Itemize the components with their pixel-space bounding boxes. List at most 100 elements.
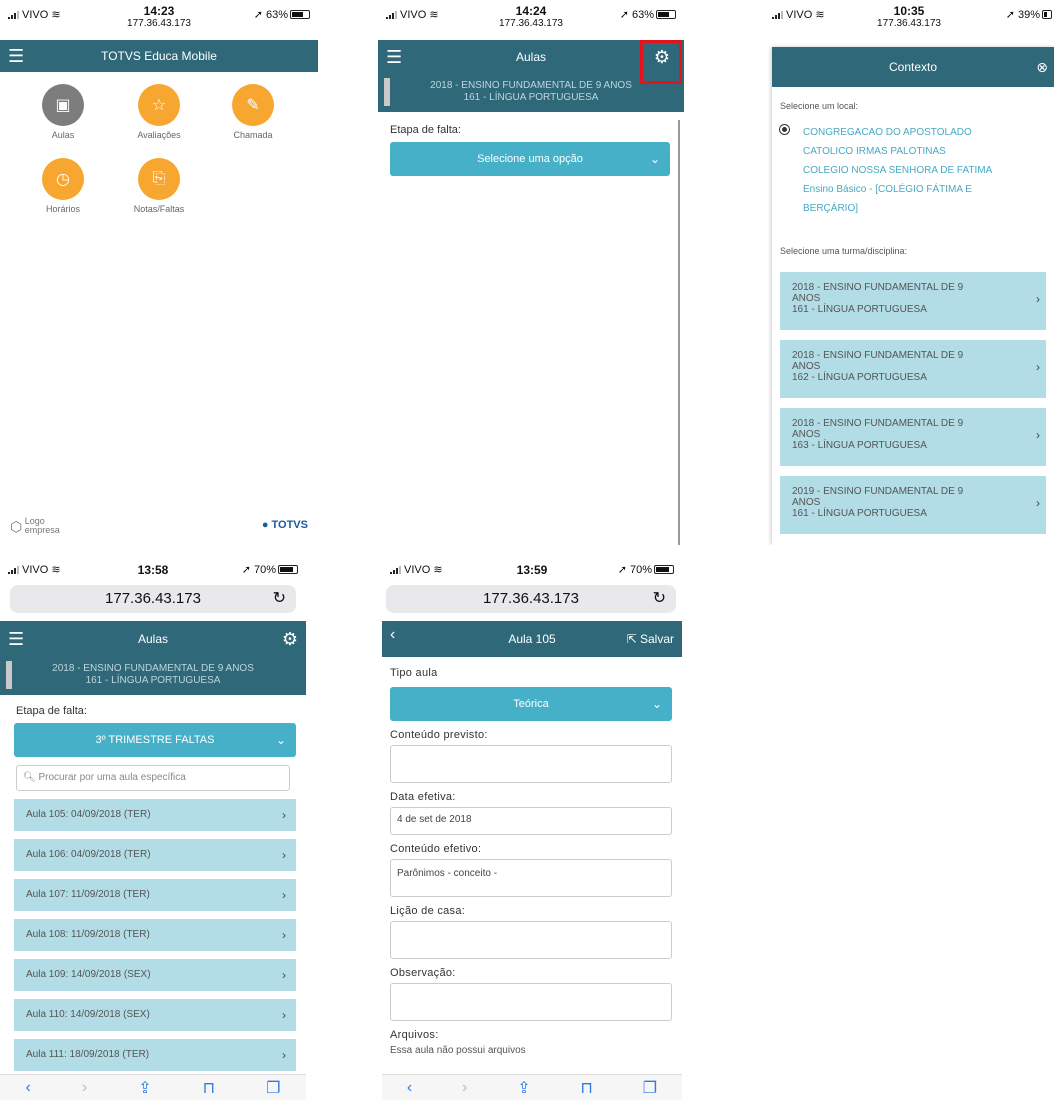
turma-item[interactable]: 2019 - ENSINO FUNDAMENTAL DE 9 ANOS 161 … — [780, 476, 1046, 534]
tabs-icon[interactable]: ❐ — [266, 1078, 280, 1098]
tile-horarios[interactable]: ◷ Horários — [28, 158, 98, 214]
menu-icon[interactable]: ☰ — [386, 40, 402, 74]
modal-header: Contexto ⊗ — [772, 47, 1054, 87]
turma-item[interactable]: 2018 - ENSINO FUNDAMENTAL DE 9 ANOS 163 … — [780, 408, 1046, 466]
turma-item[interactable]: 2018 - ENSINO FUNDAMENTAL DE 9 ANOS 162 … — [780, 340, 1046, 398]
battery-icon — [278, 565, 298, 574]
observacao-field[interactable] — [390, 983, 672, 1021]
banner-course: 2018 - ENSINO FUNDAMENTAL DE 9 ANOS — [52, 663, 254, 674]
gear-icon[interactable]: ⚙ — [282, 621, 298, 657]
close-icon[interactable]: ⊗ — [1036, 47, 1048, 87]
chevron-right-icon: › — [282, 808, 286, 822]
conteudo-efetivo-field[interactable]: Parônimos - conceito - — [390, 859, 672, 897]
data-efetiva-label: Data efetiva: — [390, 791, 456, 803]
back-icon[interactable]: ‹ — [407, 1079, 412, 1097]
etapa-select[interactable]: 3º TRIMESTRE FALTAS ⌄ — [14, 723, 296, 757]
status-bar: VIVO ≋ 14:23 177.36.43.173 ➚ 63% — [0, 0, 318, 40]
chevron-right-icon: › — [1036, 360, 1040, 374]
banner-subject: 161 - LÍNGUA PORTUGUESA — [463, 92, 599, 103]
app-title: TOTVS Educa Mobile — [101, 49, 217, 63]
context-modal: Contexto ⊗ Selecione um local: CONGREGAC… — [772, 47, 1054, 545]
conteudo-previsto-label: Conteúdo previsto: — [390, 729, 488, 741]
battery-percent: 70% — [629, 564, 652, 576]
browser-toolbar: ‹ › ⇪ ⊓ ❐ — [0, 1074, 306, 1100]
lesson-item[interactable]: Aula 107: 11/09/2018 (TER) › — [14, 879, 296, 911]
lesson-item[interactable]: Aula 105: 04/09/2018 (TER) › — [14, 799, 296, 831]
url-text: 177.36.43.173 — [105, 590, 201, 607]
search-input[interactable]: 🔍︎ Procurar por uma aula específica — [16, 765, 290, 791]
conteudo-previsto-field[interactable] — [390, 745, 672, 783]
menu-icon[interactable]: ☰ — [8, 40, 24, 72]
status-bar: VIVO ≋ 10:35 177.36.43.173 ➚ 39% — [764, 0, 1054, 40]
lesson-item[interactable]: Aula 109: 14/09/2018 (SEX) › — [14, 959, 296, 991]
bookmarks-icon[interactable]: ⊓ — [203, 1078, 215, 1098]
app-header: ☰ Aulas ⚙ — [0, 621, 306, 657]
status-bar: VIVO ≋ 13:58 ➚ 70% — [0, 555, 306, 585]
tile-chamada[interactable]: ✎ Chamada — [218, 84, 288, 140]
battery-percent: 63% — [265, 9, 288, 21]
edit-icon: ✎ — [232, 84, 274, 126]
lesson-item[interactable]: Aula 108: 11/09/2018 (TER) › — [14, 919, 296, 951]
status-bar: VIVO ≋ 13:59 ➚ 70% — [382, 555, 682, 585]
battery-icon — [656, 10, 676, 19]
context-banner[interactable]: 2018 - ENSINO FUNDAMENTAL DE 9 ANOS 161 … — [378, 74, 684, 112]
forward-icon[interactable]: › — [462, 1079, 467, 1097]
tile-label: Aulas — [51, 130, 75, 140]
tile-aulas[interactable]: ▣ Aulas — [28, 84, 98, 140]
lesson-item[interactable]: Aula 106: 04/09/2018 (TER) › — [14, 839, 296, 871]
turma-item[interactable]: 2018 - ENSINO FUNDAMENTAL DE 9 ANOS 161 … — [780, 272, 1046, 330]
tipo-select[interactable]: Teórica ⌄ — [390, 687, 672, 721]
company-logo: ⬡ Logo empresa — [10, 516, 60, 535]
app-header: ‹ Aula 105 ⇱ Salvar — [382, 621, 682, 657]
etapa-label: Etapa de falta: — [16, 705, 87, 717]
licao-field[interactable] — [390, 921, 672, 959]
battery-icon — [654, 565, 674, 574]
back-icon[interactable]: ‹ — [390, 617, 395, 653]
context-banner[interactable]: 2018 - ENSINO FUNDAMENTAL DE 9 ANOS 161 … — [0, 657, 306, 695]
screen-aulas-list: VIVO ≋ 13:58 ➚ 70% 177.36.43.173 ↻ ☰ Aul… — [0, 555, 306, 1100]
url-bar[interactable]: 177.36.43.173 ↻ — [10, 585, 296, 613]
tipo-label: Tipo aula — [390, 667, 438, 679]
chevron-down-icon: ⌄ — [649, 152, 660, 166]
save-button[interactable]: ⇱ Salvar — [627, 621, 674, 657]
radio-selected[interactable] — [780, 125, 789, 134]
chevron-right-icon: › — [282, 848, 286, 862]
location-icon: ➚ — [619, 9, 629, 21]
share-icon[interactable]: ⇪ — [138, 1078, 151, 1098]
local-label: Selecione um local: — [780, 101, 859, 111]
lesson-item[interactable]: Aula 111: 18/09/2018 (TER) › — [14, 1039, 296, 1071]
location-icon: ➚ — [1005, 9, 1015, 21]
local-option[interactable]: CONGREGACAO DO APOSTOLADO CATOLICO IRMAS… — [772, 123, 1054, 218]
settings-highlight — [640, 40, 682, 84]
tile-avaliacoes[interactable]: ☆ Avaliações — [124, 84, 194, 140]
bookmarks-icon[interactable]: ⊓ — [580, 1078, 592, 1098]
lesson-item[interactable]: Aula 110: 14/09/2018 (SEX) › — [14, 999, 296, 1031]
data-efetiva-field[interactable]: 4 de set de 2018 — [390, 807, 672, 835]
status-bar: VIVO ≋ 14:24 177.36.43.173 ➚ 63% — [378, 0, 684, 40]
location-icon: ➚ — [241, 564, 251, 576]
tile-notas-faltas[interactable]: ⎘ Notas/Faltas — [124, 158, 194, 214]
etapa-select[interactable]: Selecione uma opção ⌄ — [390, 142, 670, 176]
chevron-down-icon: ⌄ — [275, 733, 286, 747]
reload-icon[interactable]: ↻ — [273, 585, 286, 613]
tile-label: Notas/Faltas — [133, 204, 185, 214]
tile-label: Avaliações — [137, 130, 181, 140]
observacao-label: Observação: — [390, 967, 456, 979]
url-bar[interactable]: 177.36.43.173 ↻ — [386, 585, 676, 613]
forward-icon[interactable]: › — [82, 1079, 87, 1097]
chevron-right-icon: › — [1036, 428, 1040, 442]
etapa-label: Etapa de falta: — [390, 124, 461, 136]
modal-title: Contexto — [888, 60, 938, 74]
tabs-icon[interactable]: ❐ — [643, 1078, 657, 1098]
clock-icon: ◷ — [42, 158, 84, 200]
back-icon[interactable]: ‹ — [26, 1079, 31, 1097]
chevron-right-icon: › — [282, 928, 286, 942]
screen-contexto: VIVO ≋ 10:35 177.36.43.173 ➚ 39% Context… — [764, 0, 1054, 545]
share-icon[interactable]: ⇪ — [517, 1078, 530, 1098]
chevron-down-icon: ⌄ — [651, 697, 662, 711]
menu-icon[interactable]: ☰ — [8, 621, 24, 657]
screen-home: VIVO ≋ 14:23 177.36.43.173 ➚ 63% ☰ TOTVS… — [0, 0, 318, 545]
reload-icon[interactable]: ↻ — [653, 585, 666, 613]
battery-icon — [290, 10, 310, 19]
chevron-right-icon: › — [282, 968, 286, 982]
